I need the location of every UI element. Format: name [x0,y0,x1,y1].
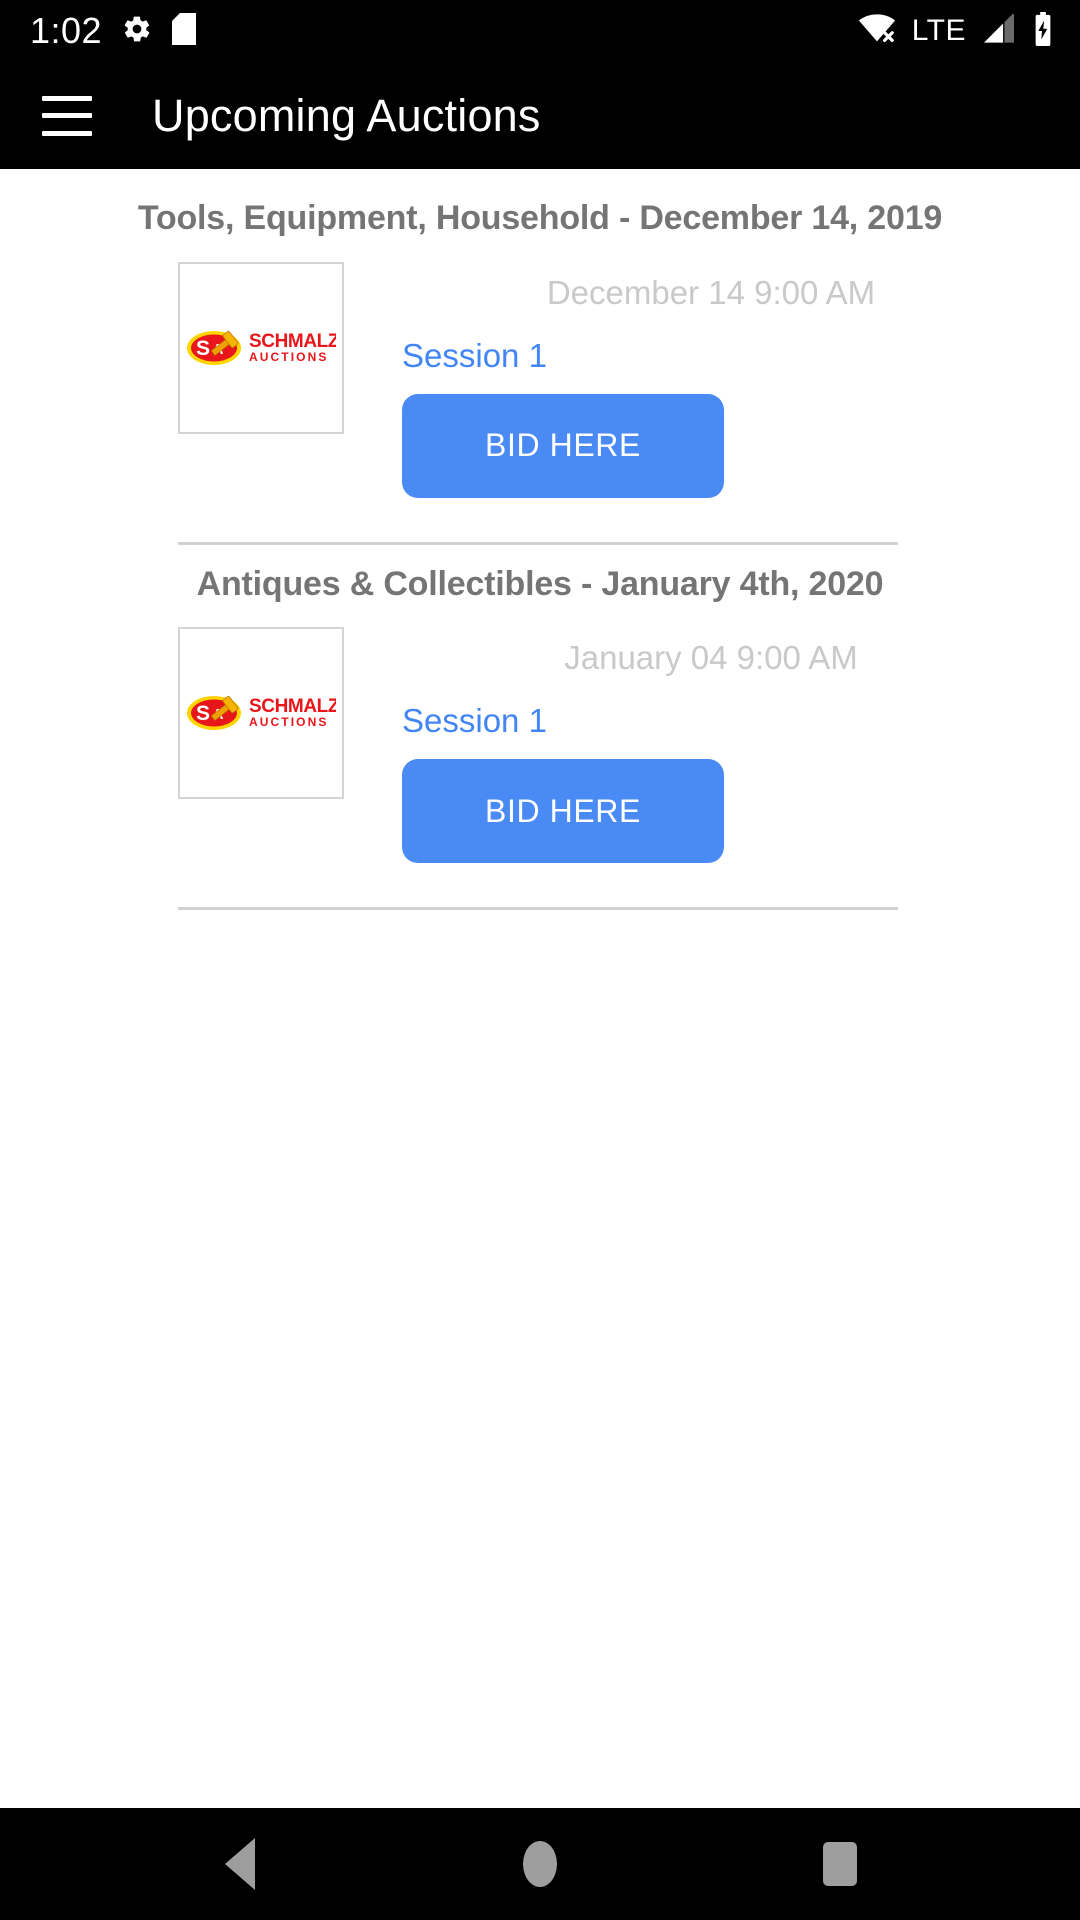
svg-text:S: S [196,702,210,725]
page-title: Upcoming Auctions [152,90,541,141]
auction-title: Tools, Equipment, Household - December 1… [137,199,943,237]
wifi-off-icon [858,13,896,49]
gear-icon [122,14,152,49]
auction-details: December 14 9:00 AM Session 1 BID HERE [396,262,1080,498]
back-nav-icon[interactable] [180,1808,300,1920]
hamburger-line [42,95,92,101]
list-item[interactable]: Tools, Equipment, Household - December 1… [0,179,1080,545]
auction-list: Tools, Equipment, Household - December 1… [0,169,1080,1808]
svg-text:SCHMALZ: SCHMALZ [249,331,336,352]
bid-here-button[interactable]: BID HERE [402,393,724,498]
auction-thumbnail: S A SCHMALZ AUCTIONS [178,627,344,799]
network-type-label: LTE [911,14,966,47]
auction-body: S A SCHMALZ AUCTIONS December 14 9:00 AM [0,240,1080,498]
list-item[interactable]: Antiques & Collectibles - January 4th, 2… [0,545,1080,910]
status-bar: 1:02 LTE [0,0,1080,62]
hamburger-line [42,130,92,136]
schmalz-auctions-logo-icon: S A SCHMALZ AUCTIONS [187,696,336,730]
auction-title: Antiques & Collectibles - January 4th, 2… [196,564,884,603]
svg-text:SCHMALZ: SCHMALZ [249,696,336,717]
auction-session-link[interactable]: Session 1 [402,309,547,372]
auction-datetime: December 14 9:00 AM [546,273,876,311]
battery-charging-icon [1032,11,1054,51]
recents-nav-icon[interactable] [780,1808,900,1920]
list-divider [178,907,898,910]
cellular-signal-icon [982,12,1016,49]
status-bar-right: LTE [858,11,1054,51]
status-bar-left: 1:02 [30,10,197,51]
system-nav-bar [0,1808,1080,1920]
auction-thumbnail-wrap: S A SCHMALZ AUCTIONS [178,627,396,799]
auction-session-link[interactable]: Session 1 [402,674,547,737]
svg-text:AUCTIONS: AUCTIONS [249,715,328,729]
hamburger-menu-icon[interactable] [42,95,92,136]
home-nav-icon[interactable] [480,1808,600,1920]
auction-datetime: January 04 9:00 AM [564,639,858,676]
app-bar: Upcoming Auctions [0,62,1080,169]
svg-text:S: S [196,337,210,360]
phone-screen: 1:02 LTE Upcoming Auctions Tools, Equipm… [0,0,1080,1920]
auction-details: January 04 9:00 AM Session 1 BID HERE [396,627,1080,863]
auction-thumbnail-wrap: S A SCHMALZ AUCTIONS [178,261,396,434]
schmalz-auctions-logo-icon: S A SCHMALZ AUCTIONS [187,330,336,365]
svg-text:AUCTIONS: AUCTIONS [249,350,328,364]
auction-thumbnail: S A SCHMALZ AUCTIONS [178,261,344,434]
bid-here-button[interactable]: BID HERE [402,759,724,863]
hamburger-line [42,113,92,118]
auction-body: S A SCHMALZ AUCTIONS January 04 9:00 AM [0,605,1080,863]
sd-card-icon [172,12,197,50]
status-clock: 1:02 [30,10,103,51]
